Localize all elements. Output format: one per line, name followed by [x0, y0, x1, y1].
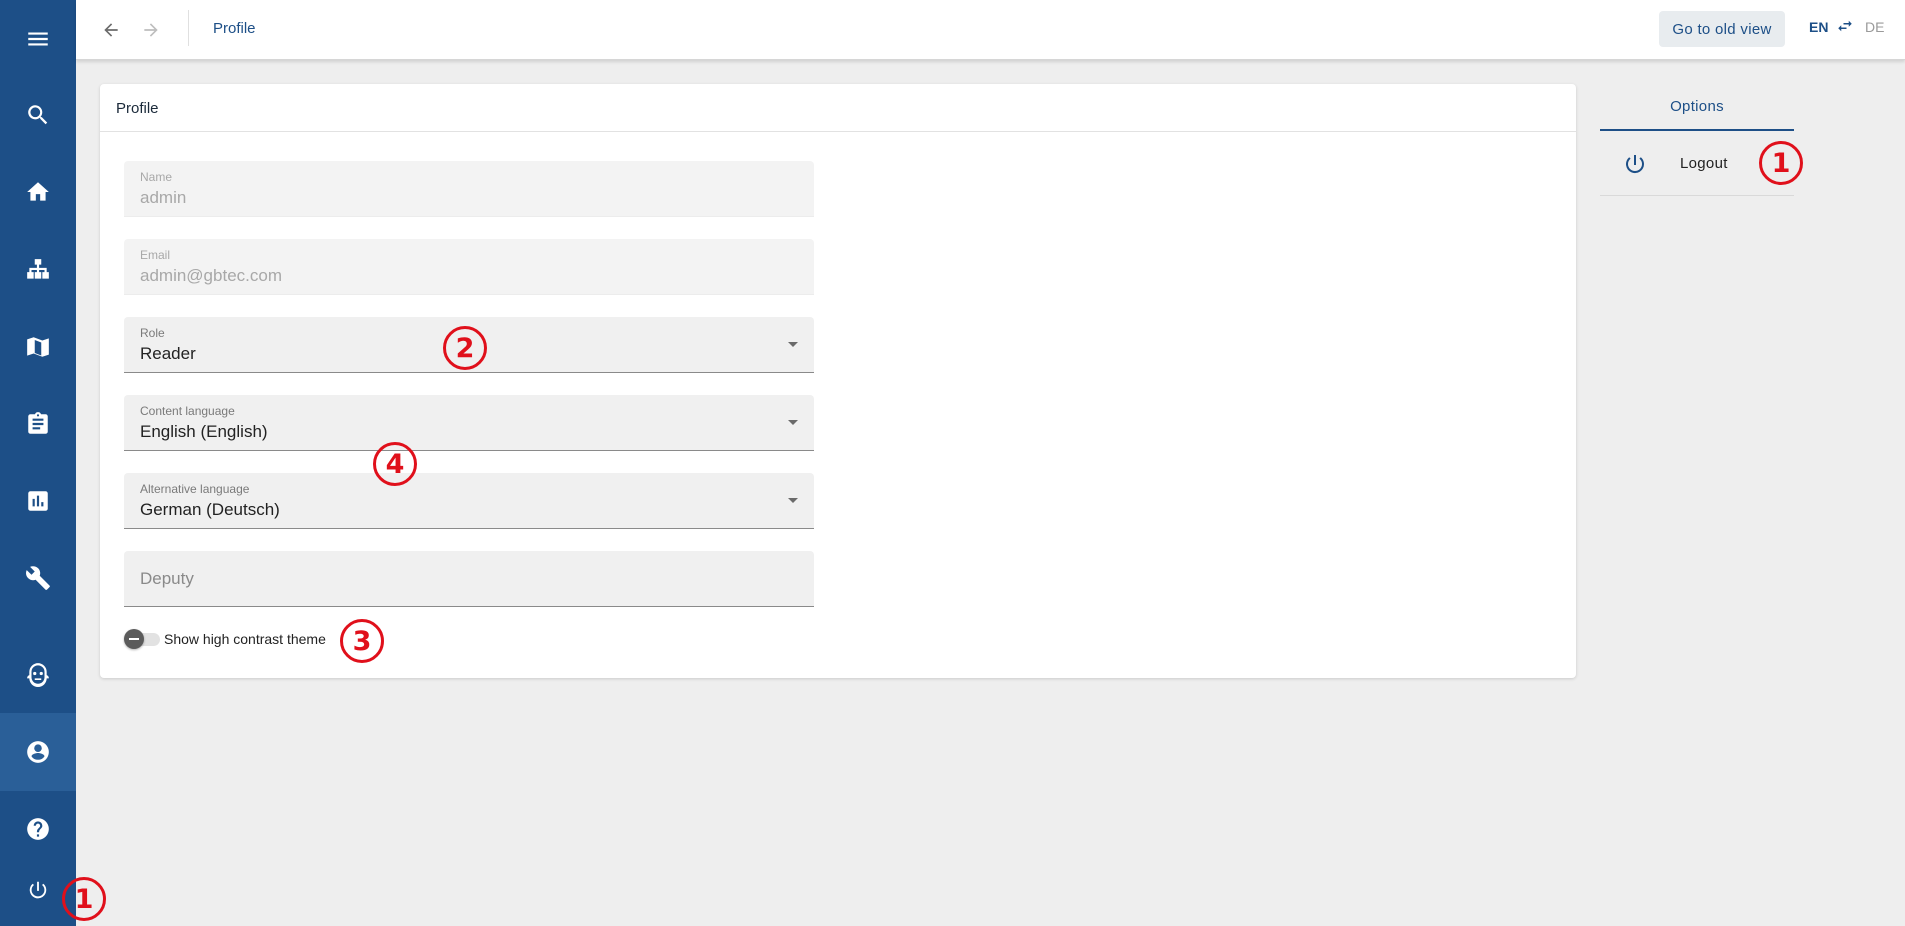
role-value: Reader: [140, 344, 196, 363]
chevron-down-icon: [788, 498, 798, 503]
power-icon: [1626, 155, 1645, 174]
sidebar-item-profile[interactable]: [0, 713, 76, 791]
annotation-marker-4: 4: [373, 442, 417, 486]
name-label: Name: [140, 170, 173, 184]
language-de-button[interactable]: DE: [1865, 19, 1884, 35]
sidebar-item-menu[interactable]: [0, 0, 76, 78]
home-icon: [27, 182, 49, 201]
options-underline: [1600, 129, 1794, 131]
sidebar-item-clipboard[interactable]: [0, 385, 76, 463]
alternative-language-value: German (Deutsch): [140, 500, 280, 519]
breadcrumb: Profile: [213, 20, 256, 37]
back-button[interactable]: [96, 15, 126, 45]
top-bar: Profile Go to old view EN DE: [76, 0, 1905, 60]
content-language-value: English (English): [140, 422, 268, 441]
annotation-marker-1: 1: [1759, 141, 1803, 185]
book-map-icon: [27, 337, 49, 357]
role-label: Role: [140, 326, 165, 340]
toggle-knob: [124, 629, 144, 649]
search-icon: [28, 105, 48, 125]
sidebar-item-search[interactable]: [0, 76, 76, 154]
power-icon: [29, 881, 47, 898]
deputy-placeholder: Deputy: [140, 569, 194, 588]
high-contrast-label: Show high contrast theme: [164, 631, 326, 647]
sidebar-item-hierarchy[interactable]: [0, 231, 76, 309]
sidebar-item-tools[interactable]: [0, 539, 76, 617]
sitemap-icon: [27, 259, 49, 279]
card-divider: [100, 131, 1576, 132]
arrow-left-icon: [104, 23, 118, 37]
forward-button[interactable]: [136, 15, 166, 45]
content-language-select[interactable]: Content language English (English): [124, 395, 814, 451]
email-value: admin@gbtec.com: [140, 266, 282, 285]
sidebar: [0, 0, 76, 926]
content-language-label: Content language: [140, 404, 235, 418]
logout-label: Logout: [1680, 155, 1728, 172]
robot-icon: [27, 663, 49, 687]
sidebar-item-map[interactable]: [0, 308, 76, 386]
chevron-down-icon: [788, 342, 798, 347]
high-contrast-toggle[interactable]: [124, 629, 162, 649]
sidebar-item-reports[interactable]: [0, 462, 76, 540]
annotation-marker-3: 3: [340, 619, 384, 663]
wrench-icon: [26, 566, 50, 590]
clipboard-icon: [28, 412, 48, 434]
alternative-language-label: Alternative language: [140, 482, 250, 496]
email-label: Email: [140, 248, 171, 262]
help-circle-icon: [27, 818, 49, 840]
account-circle-icon: [27, 741, 49, 763]
sidebar-item-home[interactable]: [0, 153, 76, 231]
name-value: admin: [140, 188, 187, 207]
profile-card: Profile Name admin Email admin@gbtec.com…: [100, 84, 1576, 678]
arrow-right-icon: [144, 23, 158, 37]
annotation-marker-2: 2: [443, 326, 487, 370]
chevron-down-icon: [788, 420, 798, 425]
annotation-marker-1-sidebar: 1: [62, 877, 106, 921]
toolbar-divider: [188, 10, 189, 46]
card-title: Profile: [116, 100, 159, 117]
hamburger-menu-icon: [28, 32, 48, 46]
bar-chart-icon: [28, 491, 48, 511]
email-field: Email admin@gbtec.com: [124, 239, 814, 295]
name-field: Name admin: [124, 161, 814, 217]
options-title: Options: [1670, 98, 1724, 115]
sidebar-item-assistant[interactable]: [0, 635, 76, 713]
deputy-input[interactable]: Deputy: [124, 551, 814, 607]
language-en-button[interactable]: EN: [1809, 19, 1828, 35]
alternative-language-select[interactable]: Alternative language German (Deutsch): [124, 473, 814, 529]
go-to-old-view-button[interactable]: Go to old view: [1659, 11, 1785, 47]
swap-horizontal-icon[interactable]: [1836, 17, 1854, 35]
